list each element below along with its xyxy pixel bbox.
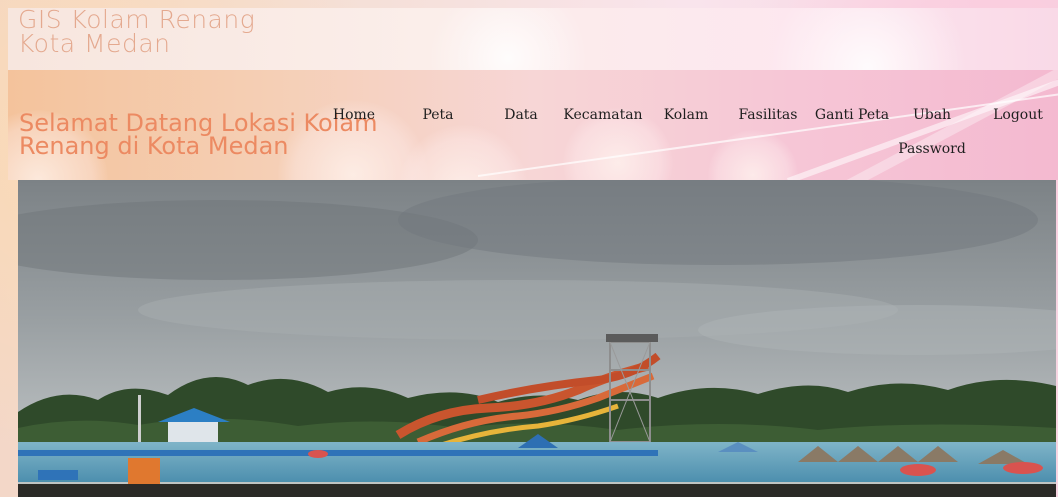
header-band: Selamat Datang Lokasi Kolam Renang di Ko…	[8, 70, 1058, 180]
nav-ubah-password[interactable]: Ubah Password	[896, 98, 968, 166]
site-title: GIS Kolam Renang Kota Medan	[18, 8, 256, 58]
nav-ganti-peta[interactable]: Ganti Peta	[814, 98, 890, 132]
nav-home[interactable]: Home	[328, 98, 380, 132]
nav-logout[interactable]: Logout	[988, 98, 1048, 132]
main-nav: Home Peta Data Kecamatan Kolam Fasilitas…	[8, 98, 1058, 178]
nav-fasilitas[interactable]: Fasilitas	[736, 98, 800, 132]
waterpark-photo	[18, 180, 1056, 497]
nav-data[interactable]: Data	[498, 98, 544, 132]
nav-peta[interactable]: Peta	[413, 98, 463, 132]
nav-kolam[interactable]: Kolam	[661, 98, 711, 132]
title-bar: GIS Kolam Renang Kota Medan	[8, 8, 1058, 70]
hero-banner	[18, 180, 1056, 497]
nav-kecamatan[interactable]: Kecamatan	[563, 98, 643, 132]
